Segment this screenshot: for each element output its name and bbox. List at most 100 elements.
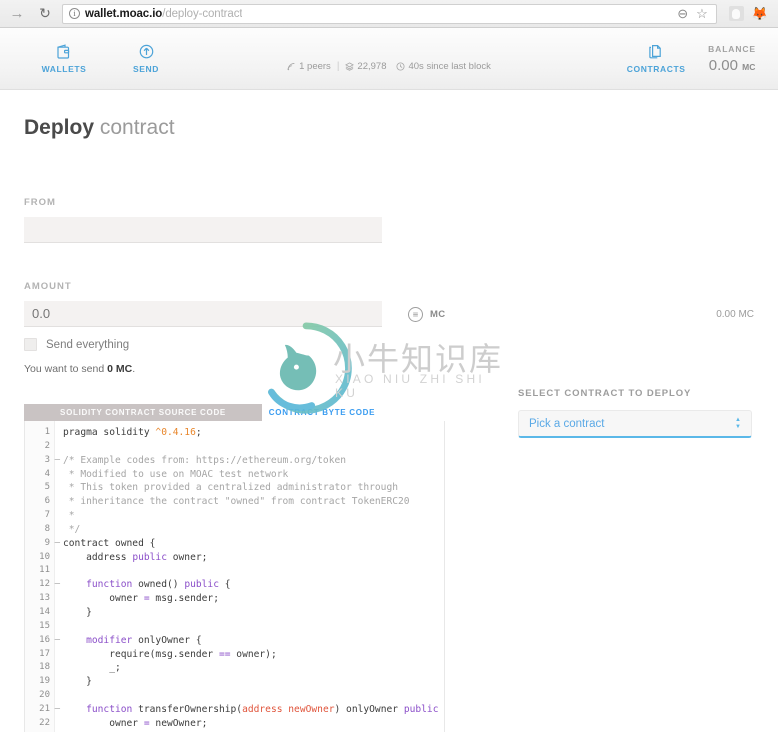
send-note-suffix: . — [132, 363, 136, 375]
line-number: 13 — [39, 593, 50, 604]
balance-value: 0.00 MC — [709, 57, 756, 74]
line-number: 10 — [39, 551, 50, 562]
browser-toolbar: → ↻ i wallet.moac.io/deploy-contract ⊖ ☆… — [0, 0, 778, 28]
site-info-icon[interactable]: i — [69, 8, 80, 19]
zoom-out-icon[interactable]: ⊖ — [677, 7, 688, 20]
forward-button[interactable]: → — [6, 3, 28, 25]
amount-total: 0.00 MC — [716, 308, 754, 320]
amount-unit-selector[interactable]: MC — [408, 306, 446, 322]
code-line: */ — [63, 523, 81, 535]
coin-circle-icon — [408, 306, 423, 322]
line-number: 20 — [39, 690, 50, 701]
orange-extension-icon[interactable]: 🦊 — [752, 7, 768, 20]
send-everything-label: Send everything — [46, 338, 130, 351]
line-number: 19 — [39, 676, 50, 687]
send-note-amount: 0 MC — [107, 363, 133, 375]
line-number: 15 — [39, 620, 50, 631]
code-line: function owned() public { — [86, 579, 231, 591]
line-number: 12 — [25, 578, 60, 592]
amount-input[interactable] — [24, 301, 382, 327]
peers-status: 1 peers — [287, 61, 331, 72]
reload-button[interactable]: ↻ — [34, 3, 56, 25]
send-note-prefix: You want to send — [24, 363, 108, 375]
primary-nav: WALLETS SEND — [0, 43, 172, 74]
pocket-extension-icon[interactable] — [728, 6, 744, 21]
line-number: 22 — [39, 717, 50, 728]
line-number: 9 — [25, 537, 60, 551]
code-line: contract owned { — [63, 537, 156, 549]
line-number: 16 — [25, 634, 60, 648]
tab-solidity-source[interactable]: SOLIDITY CONTRACT SOURCE CODE — [24, 404, 262, 421]
code-line: address public owner; — [63, 551, 208, 563]
block-status: 22,978 — [345, 61, 386, 72]
status-separator: | — [336, 60, 340, 72]
url-path: /deploy-contract — [162, 7, 243, 20]
nav-item-wallets[interactable]: WALLETS — [38, 43, 90, 74]
send-summary-note: You want to send 0 MC. — [24, 363, 778, 375]
code-line: pragma solidity ^0.4.16; — [63, 427, 202, 438]
code-line: modifier onlyOwner { — [86, 634, 202, 646]
nav-label-wallets: WALLETS — [41, 63, 87, 74]
select-contract-label: SELECT CONTRACT TO DEPLOY — [518, 388, 692, 399]
address-bar[interactable]: i wallet.moac.io/deploy-contract ⊖ ☆ — [62, 3, 717, 24]
code-line: * Modified to use on MOAC test network — [63, 468, 289, 480]
app-header: WALLETS SEND 1 peers | 22,978 40s since … — [0, 28, 778, 90]
wallet-icon — [56, 43, 73, 60]
line-number: 6 — [44, 496, 50, 507]
nav-item-send[interactable]: SEND — [120, 44, 172, 74]
line-number: 11 — [39, 565, 50, 576]
send-up-arrow-icon — [138, 44, 155, 60]
clock-icon — [396, 61, 405, 71]
bookmark-star-icon[interactable]: ☆ — [696, 7, 708, 20]
balance-unit: MC — [742, 61, 756, 72]
code-line: owner = msg.sender; — [63, 593, 219, 605]
editor-line-numbers: 1234567891011121314151617181920212223242… — [25, 421, 60, 732]
page-title-bold: Deploy — [24, 116, 95, 139]
from-input[interactable] — [24, 217, 382, 243]
from-field-group: FROM — [24, 197, 778, 243]
last-block-text: 40s since last block — [408, 60, 491, 72]
line-number: 5 — [44, 482, 50, 493]
block-icon — [345, 61, 355, 71]
balance-display: BALANCE 0.00 MC — [708, 44, 756, 74]
line-number: 1 — [44, 427, 50, 437]
select-contract-panel: SELECT CONTRACT TO DEPLOY Pick a contrac… — [518, 388, 758, 438]
amount-unit-label: MC — [430, 308, 446, 320]
nav-label-send: SEND — [132, 63, 160, 74]
send-everything-checkbox[interactable] — [24, 338, 37, 351]
nav-item-contracts[interactable]: CONTRACTS — [627, 44, 685, 74]
from-label: FROM — [24, 197, 56, 208]
watermark-pinyin-text: XIAO NIU ZHI SHI KU — [335, 372, 485, 400]
line-number: 21 — [25, 703, 60, 717]
page-body: Deploy contract FROM AMOUNT MC 0.00 MC — [0, 90, 778, 732]
code-line: } — [63, 606, 92, 618]
page-title: Deploy contract — [0, 90, 778, 140]
block-number: 22,978 — [357, 60, 387, 72]
line-number: 7 — [44, 510, 50, 521]
last-block-status: 40s since last block — [396, 60, 491, 72]
amount-field-group: AMOUNT MC 0.00 MC Send everything You w — [24, 281, 778, 375]
peers-text: 1 peers — [299, 60, 331, 72]
page-title-light: contract — [99, 116, 175, 139]
line-number: 8 — [44, 523, 50, 534]
signal-icon — [287, 62, 295, 70]
line-number: 14 — [39, 606, 50, 617]
deploy-form: FROM AMOUNT MC 0.00 MC Send e — [0, 197, 778, 375]
editor-code-area[interactable]: pragma solidity ^0.4.16; /* Example codes… — [55, 421, 444, 732]
contract-select[interactable]: Pick a contract ▲ ▼ — [518, 410, 752, 438]
code-line: * This token provided a centralized admi… — [63, 482, 399, 494]
documents-icon — [648, 44, 665, 60]
updown-arrows-icon: ▲ ▼ — [735, 416, 741, 430]
balance-number: 0.00 — [708, 56, 738, 74]
balance-label: BALANCE — [708, 43, 756, 54]
line-number: 3 — [25, 454, 60, 468]
code-editor[interactable]: 1234567891011121314151617181920212223242… — [24, 421, 445, 732]
code-line: require(msg.sender == owner); — [63, 648, 277, 660]
send-everything-row[interactable]: Send everything — [24, 338, 778, 351]
line-number: 4 — [44, 468, 50, 479]
code-line: _; — [63, 662, 121, 674]
tab-contract-byte-code[interactable]: CONTRACT BYTE CODE — [262, 404, 382, 421]
